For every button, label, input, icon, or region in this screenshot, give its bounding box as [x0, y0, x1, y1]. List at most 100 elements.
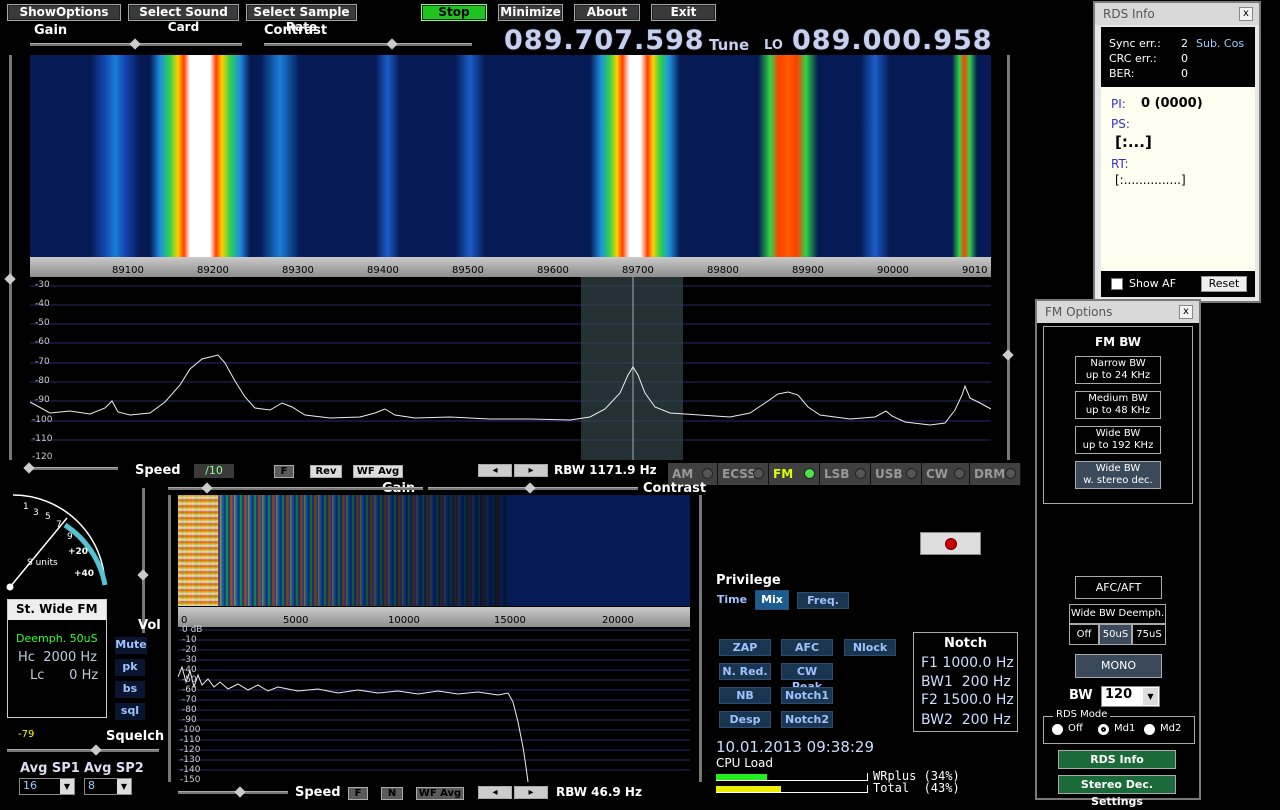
mode-cw-button[interactable]: CW [922, 463, 970, 485]
afc-button[interactable]: AFC [781, 639, 833, 656]
record-button[interactable] [920, 532, 981, 555]
avg-sp1-select[interactable]: 16 ▼ [19, 778, 75, 795]
audio-step-left-button[interactable]: ◂ [478, 786, 512, 799]
medium-bw-button[interactable]: Medium BW up to 48 KHz [1075, 391, 1161, 419]
narrow-bw-button[interactable]: Narrow BW up to 24 KHz [1075, 356, 1161, 384]
zap-button[interactable]: ZAP [719, 639, 771, 656]
rds-info-button[interactable]: RDS Info [1058, 750, 1176, 769]
pi-value: 0 (0000) [1141, 96, 1203, 111]
pk-button[interactable]: pk [115, 659, 145, 676]
deemph-50us-button[interactable]: 50uS [1099, 624, 1132, 645]
audio-spectrum[interactable]: 0 dB -10 -20 -30 -40 -50 -60 -70 -80 -90… [178, 625, 690, 785]
avg-sp2-label: Avg SP2 [84, 761, 144, 776]
bw-select[interactable]: 120 ▼ [1101, 686, 1160, 707]
db-scale-label: -100 [32, 415, 53, 425]
audio-left-slider[interactable] [168, 495, 171, 782]
notch2-button[interactable]: Notch2 [781, 711, 833, 728]
mono-button[interactable]: MONO [1075, 654, 1162, 678]
speed-slider-thumb[interactable] [23, 462, 35, 474]
audio-right-slider[interactable] [699, 495, 702, 782]
audio-frequency-ruler[interactable]: 0 5000 10000 15000 20000 [178, 607, 690, 627]
privilege-time-button[interactable]: Time [716, 592, 748, 609]
s-meter-tick: 9 [67, 532, 73, 542]
noise-reduction-button[interactable]: N. Red. [719, 663, 771, 680]
mode-fm-button[interactable]: FM [769, 463, 820, 485]
gain-slider-thumb[interactable] [129, 38, 141, 50]
select-sample-rate-button[interactable]: Select Sample Rate [246, 4, 357, 34]
audio-wf-avg-button[interactable]: WF Avg [416, 787, 464, 800]
mode-usb-button[interactable]: USB [871, 463, 922, 485]
avg-sp2-select[interactable]: 8 ▼ [84, 778, 132, 795]
rev-button[interactable]: Rev [310, 465, 342, 478]
notch1-button[interactable]: Notch1 [781, 687, 833, 704]
f-button[interactable]: F [274, 465, 294, 478]
right-vertical-slider[interactable] [1007, 55, 1010, 460]
bs-button[interactable]: bs [115, 681, 145, 698]
chevron-down-icon[interactable]: ▼ [60, 779, 74, 794]
show-af-checkbox[interactable] [1111, 278, 1123, 290]
wide-bw-button[interactable]: Wide BW up to 192 KHz [1075, 426, 1161, 454]
main-waterfall[interactable] [30, 55, 991, 257]
squelch-slider[interactable] [7, 749, 159, 752]
privilege-freq-button[interactable]: Freq. [797, 592, 849, 609]
mode-drm-button[interactable]: DRM [970, 463, 1021, 485]
audio-step-right-button[interactable]: ▸ [514, 786, 548, 799]
main-frequency-ruler[interactable]: 89100 89200 89300 89400 89500 89600 8970… [30, 257, 991, 277]
reset-button[interactable]: Reset [1201, 276, 1247, 292]
lo-frequency[interactable]: 089.000.958 [792, 25, 993, 56]
ruler-tick-label: 89300 [282, 265, 314, 276]
afc-aft-button[interactable]: AFC/AFT [1075, 576, 1162, 599]
chevron-down-icon[interactable]: ▼ [117, 779, 131, 794]
exit-button[interactable]: Exit [651, 4, 716, 21]
left-vertical-slider[interactable] [9, 55, 12, 460]
rds-mode-md1-radio[interactable] [1098, 724, 1109, 735]
deemph-off-button[interactable]: Off [1069, 624, 1099, 645]
vol-slider-thumb[interactable] [137, 569, 149, 581]
s-meter-tick: 3 [33, 508, 39, 518]
close-icon[interactable]: x [1179, 305, 1193, 319]
minimize-button[interactable]: Minimize [498, 4, 563, 21]
privilege-mix-button[interactable]: Mix [755, 590, 789, 610]
step-left-button[interactable]: ◂ [478, 464, 512, 477]
audio-waterfall[interactable] [178, 495, 690, 606]
audio-f-button[interactable]: F [348, 787, 368, 800]
tune-frequency[interactable]: 089.707.598 [504, 25, 705, 56]
wf-avg-button[interactable]: WF Avg [353, 465, 403, 478]
datetime: 10.01.2013 09:38:29 [716, 738, 875, 756]
show-options-button[interactable]: ShowOptions [7, 4, 121, 21]
close-icon[interactable]: x [1239, 7, 1253, 21]
deemph-75us-button[interactable]: 75uS [1132, 624, 1166, 645]
select-sound-card-button[interactable]: Select Sound Card [128, 4, 239, 34]
squelch-slider-thumb[interactable] [90, 744, 102, 756]
stop-button[interactable]: Stop [421, 4, 487, 21]
left-vertical-slider-thumb[interactable] [4, 273, 16, 285]
contrast-slider[interactable] [264, 43, 472, 46]
rds-mode-off-radio[interactable] [1052, 724, 1063, 735]
desp-button[interactable]: Desp [719, 711, 771, 728]
speed-slider[interactable] [28, 467, 118, 470]
mode-ecss-button[interactable]: ECSS [718, 463, 769, 485]
step-right-button[interactable]: ▸ [514, 464, 548, 477]
audio-contrast-slider-thumb[interactable] [524, 482, 536, 494]
contrast-slider-thumb[interactable] [386, 38, 398, 50]
nb-button[interactable]: NB [719, 687, 771, 704]
ps-value: [:...] [1115, 133, 1152, 151]
sync-extra: Sub. Cos [1196, 37, 1245, 50]
cw-peak-button[interactable]: CW Peak [781, 663, 833, 693]
sql-button[interactable]: sql [115, 703, 145, 720]
main-spectrum[interactable]: -30 -40 -50 -60 -70 -80 -90 -100 -110 -1… [30, 277, 991, 462]
wide-stereo-bw-button[interactable]: Wide BW w. stereo dec. [1075, 461, 1161, 489]
rds-mode-md2-radio[interactable] [1144, 724, 1155, 735]
right-vertical-slider-thumb[interactable] [1002, 349, 1014, 361]
mode-lsb-button[interactable]: LSB [820, 463, 871, 485]
speed-divider[interactable]: /10 [194, 464, 234, 478]
stereo-dec-settings-button[interactable]: Stereo Dec. Settings [1058, 775, 1176, 808]
about-button[interactable]: About [574, 4, 640, 21]
chevron-down-icon[interactable]: ▼ [1143, 688, 1158, 705]
nlock-button[interactable]: Nlock [844, 639, 896, 656]
audio-n-button[interactable]: N [381, 787, 403, 800]
mute-button[interactable]: Mute [115, 637, 147, 654]
audio-gain-slider-thumb[interactable] [201, 482, 213, 494]
audio-speed-slider-thumb[interactable] [234, 786, 246, 798]
vol-slider[interactable] [142, 488, 145, 633]
